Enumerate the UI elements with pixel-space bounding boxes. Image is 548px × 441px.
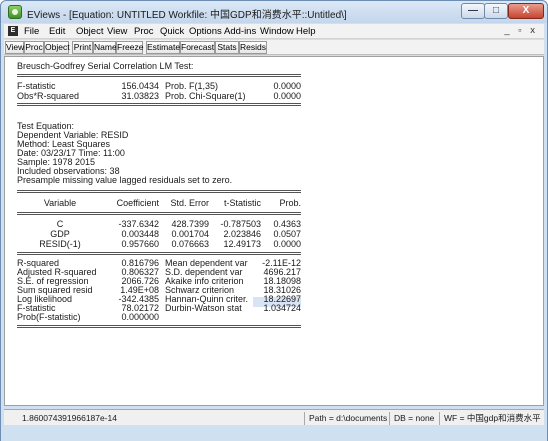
status-workfile[interactable]: WF = 中国gdp和消费水平: [439, 412, 544, 425]
stat-label: Obs*R-squared: [17, 91, 80, 101]
summary-label: Durbin-Watson stat: [165, 303, 242, 313]
object-button[interactable]: Object: [44, 41, 70, 54]
resids-button[interactable]: Resids: [239, 41, 267, 54]
proc-button[interactable]: Proc: [24, 41, 44, 54]
divider: [17, 325, 301, 328]
equation-output-pane[interactable]: Breusch-Godfrey Serial Correlation LM Te…: [4, 56, 544, 406]
test-title: Breusch-Godfrey Serial Correlation LM Te…: [17, 61, 194, 71]
window-bottom-border: [1, 426, 547, 441]
divider: [17, 103, 301, 106]
stat-prob: 0.0000: [273, 91, 301, 101]
info-line: Presample missing value lagged residuals…: [17, 175, 233, 185]
status-db[interactable]: DB = none: [389, 412, 439, 425]
minimize-button[interactable]: —: [461, 3, 485, 19]
eviews-window: EViews - [Equation: UNTITLED Workfile: 中…: [0, 0, 548, 441]
forecast-button[interactable]: Forecast: [180, 41, 215, 54]
coef-variable: RESID(-1): [39, 239, 81, 249]
divider: [17, 74, 301, 77]
menu-object[interactable]: Object: [76, 26, 103, 37]
window-title: EViews - [Equation: UNTITLED Workfile: 中…: [27, 10, 347, 21]
status-bar: 1.860074391966187e-14 Path = d:\document…: [4, 409, 544, 425]
menu-view[interactable]: View: [107, 26, 127, 37]
equation-toolbar: View Proc Object Print Name Freeze Estim…: [4, 40, 544, 55]
divider: [17, 212, 301, 215]
menu-options[interactable]: Options: [189, 26, 222, 37]
summary-value: 1.034724: [263, 303, 301, 313]
document-icon[interactable]: E: [8, 26, 18, 36]
stat-prob-label: Prob. Chi-Square(1): [165, 91, 246, 101]
column-header: Prob.: [279, 198, 301, 208]
freeze-button[interactable]: Freeze: [116, 41, 143, 54]
coef-prob: 0.0000: [273, 239, 301, 249]
eviews-icon: [8, 5, 22, 19]
coef-value: 0.957660: [121, 239, 159, 249]
coef-t-stat: 12.49173: [223, 239, 261, 249]
column-header: Variable: [43, 198, 77, 208]
stats-button[interactable]: Stats: [215, 41, 239, 54]
summary-label: Prob(F-statistic): [17, 312, 81, 322]
coef-std-error: 0.076663: [171, 239, 209, 249]
menu-quick[interactable]: Quick: [160, 26, 184, 37]
menu-bar: E File Edit Object View Proc Quick Optio…: [4, 24, 544, 39]
column-header: Coefficient: [116, 198, 159, 208]
document-window-controls[interactable]: _ ▫ x: [504, 25, 538, 36]
divider: [17, 190, 301, 193]
summary-value: 0.000000: [121, 312, 159, 322]
view-button[interactable]: View: [5, 41, 24, 54]
menu-add-ins[interactable]: Add-ins: [224, 26, 256, 37]
status-message: 1.860074391966187e-14: [22, 413, 118, 423]
title-bar[interactable]: EViews - [Equation: UNTITLED Workfile: 中…: [1, 1, 547, 23]
name-button[interactable]: Name: [93, 41, 117, 54]
column-header: Std. Error: [170, 198, 209, 208]
menu-edit[interactable]: Edit: [49, 26, 65, 37]
menu-file[interactable]: File: [24, 26, 39, 37]
maximize-button[interactable]: □: [484, 3, 508, 19]
close-button[interactable]: X: [508, 3, 544, 19]
menu-help[interactable]: Help: [296, 26, 316, 37]
status-path[interactable]: Path = d:\documents: [304, 412, 388, 425]
estimate-button[interactable]: Estimate: [146, 41, 180, 54]
stat-value: 31.03823: [121, 91, 159, 101]
menu-window[interactable]: Window: [260, 26, 294, 37]
divider: [17, 252, 301, 255]
print-button[interactable]: Print: [72, 41, 93, 54]
column-header: t-Statistic: [223, 198, 261, 208]
menu-proc[interactable]: Proc: [134, 26, 154, 37]
